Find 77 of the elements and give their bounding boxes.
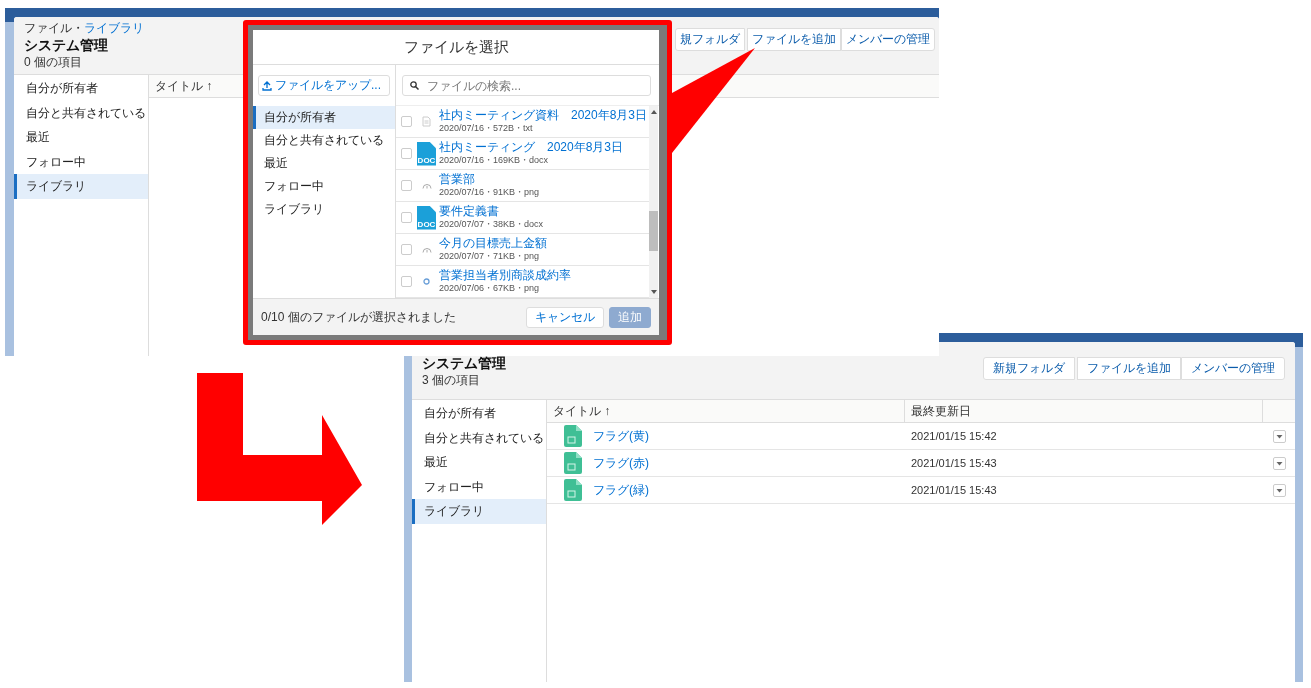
file-link[interactable]: 社内ミーティング資料 2020年8月3日: [439, 108, 648, 122]
row-menu-icon[interactable]: [1272, 429, 1286, 443]
file-link[interactable]: 社内ミーティング 2020年8月3日: [439, 140, 624, 154]
table-cell-text: 2021/01/15 15:43: [910, 457, 998, 469]
document-icon: DOC: [417, 205, 436, 230]
breadcrumb-text: ファイル: [24, 20, 72, 37]
toolbar-button[interactable]: ファイルを追加: [1077, 357, 1181, 380]
sidebar-item[interactable]: ライブラリ: [412, 499, 546, 524]
sidebar-item[interactable]: 自分が所有者: [253, 106, 395, 129]
page-title: システム管理: [24, 37, 109, 54]
text-file-icon: [422, 116, 431, 127]
sidebar-item[interactable]: フォロー中: [412, 474, 546, 499]
toolbar-button[interactable]: 新規フォルダ: [983, 357, 1075, 380]
file-details: 2020/07/07・38KB・docx: [439, 217, 544, 231]
file-link[interactable]: フラグ(黄): [593, 427, 649, 445]
file-link[interactable]: 要件定義書: [439, 204, 544, 218]
toolbar-button[interactable]: メンバーの管理: [841, 28, 935, 51]
file-link[interactable]: フラグ(緑): [593, 481, 649, 499]
file-details: 2020/07/06・67KB・png: [439, 281, 541, 295]
checkbox[interactable]: [401, 116, 412, 127]
file-details: 2020/07/16・169KB・docx: [439, 153, 550, 167]
checkbox[interactable]: [401, 244, 412, 255]
file-details: 2020/07/16・91KB・png: [439, 185, 540, 199]
scroll-up-icon[interactable]: [649, 109, 658, 115]
toolbar-button[interactable]: 規フォルダ: [675, 28, 745, 51]
document-icon: DOC: [417, 141, 436, 166]
sidebar-item[interactable]: 自分が所有者: [412, 401, 546, 426]
image-file-icon: [564, 452, 582, 474]
file-link[interactable]: フラグ(赤): [593, 454, 649, 472]
upload-button[interactable]: ファイルをアップ...: [258, 75, 390, 96]
sidebar-item[interactable]: 最近: [253, 152, 395, 175]
dialog-title: ファイルを選択: [253, 30, 659, 65]
sidebar-item[interactable]: 最近: [14, 125, 148, 150]
page-title: システム管理: [422, 355, 506, 372]
checkbox[interactable]: [401, 148, 412, 159]
item-count: 3 個の項目: [422, 372, 481, 389]
sidebar-item[interactable]: ライブラリ: [14, 174, 148, 199]
image-file-icon: [564, 479, 582, 501]
table-cell-text: 2021/01/15 15:43: [910, 484, 998, 496]
upload-icon: [262, 80, 272, 91]
scroll-down-icon[interactable]: [649, 289, 658, 295]
sidebar-item[interactable]: ライブラリ: [253, 198, 395, 221]
column-header[interactable]: タイトル ↑: [547, 400, 905, 422]
sidebar-item[interactable]: フォロー中: [253, 175, 395, 198]
checkbox[interactable]: [401, 212, 412, 223]
checkbox[interactable]: [401, 180, 412, 191]
search-icon: [410, 81, 419, 90]
dialog-button[interactable]: キャンセル: [526, 306, 604, 328]
toolbar-button[interactable]: ファイルを追加: [747, 28, 841, 51]
search-field[interactable]: ファイルの検索...: [402, 75, 651, 96]
column-header[interactable]: 最終更新日: [905, 400, 1263, 422]
scrollbar[interactable]: [649, 106, 658, 298]
file-details: 2020/07/07・71KB・png: [439, 249, 541, 263]
table-cell-text: 2021/01/15 15:42: [910, 430, 998, 442]
image-placeholder-icon: [421, 246, 432, 253]
row-menu-icon[interactable]: [1272, 456, 1286, 470]
checkbox[interactable]: [401, 276, 412, 287]
sidebar-item[interactable]: 自分と共有されている: [412, 425, 546, 450]
toolbar-button[interactable]: メンバーの管理: [1181, 357, 1285, 380]
image-file-icon: [564, 425, 582, 447]
circle-icon: [423, 278, 430, 285]
sidebar-item[interactable]: フォロー中: [14, 149, 148, 174]
breadcrumb-separator: ・: [72, 20, 84, 37]
scrollbar-thumb[interactable]: [649, 211, 658, 251]
item-count: 0 個の項目: [24, 54, 83, 71]
breadcrumb-link[interactable]: ライブラリ: [84, 20, 144, 37]
sidebar-item[interactable]: 自分が所有者: [14, 76, 148, 101]
sidebar-item[interactable]: 自分と共有されている: [14, 100, 148, 125]
image-placeholder-icon: [421, 182, 432, 189]
row-menu-icon[interactable]: [1272, 483, 1286, 497]
file-link[interactable]: 今月の目標売上金額: [439, 236, 547, 250]
selection-status: 0/10 個のファイルが選択されました: [261, 308, 456, 326]
file-link[interactable]: 営業部: [439, 172, 540, 186]
file-link[interactable]: 営業担当者別商談成約率: [439, 268, 571, 282]
sidebar-item[interactable]: 自分と共有されている: [253, 129, 395, 152]
file-details: 2020/07/16・572B・txt: [439, 121, 534, 135]
sidebar-item[interactable]: 最近: [412, 450, 546, 475]
